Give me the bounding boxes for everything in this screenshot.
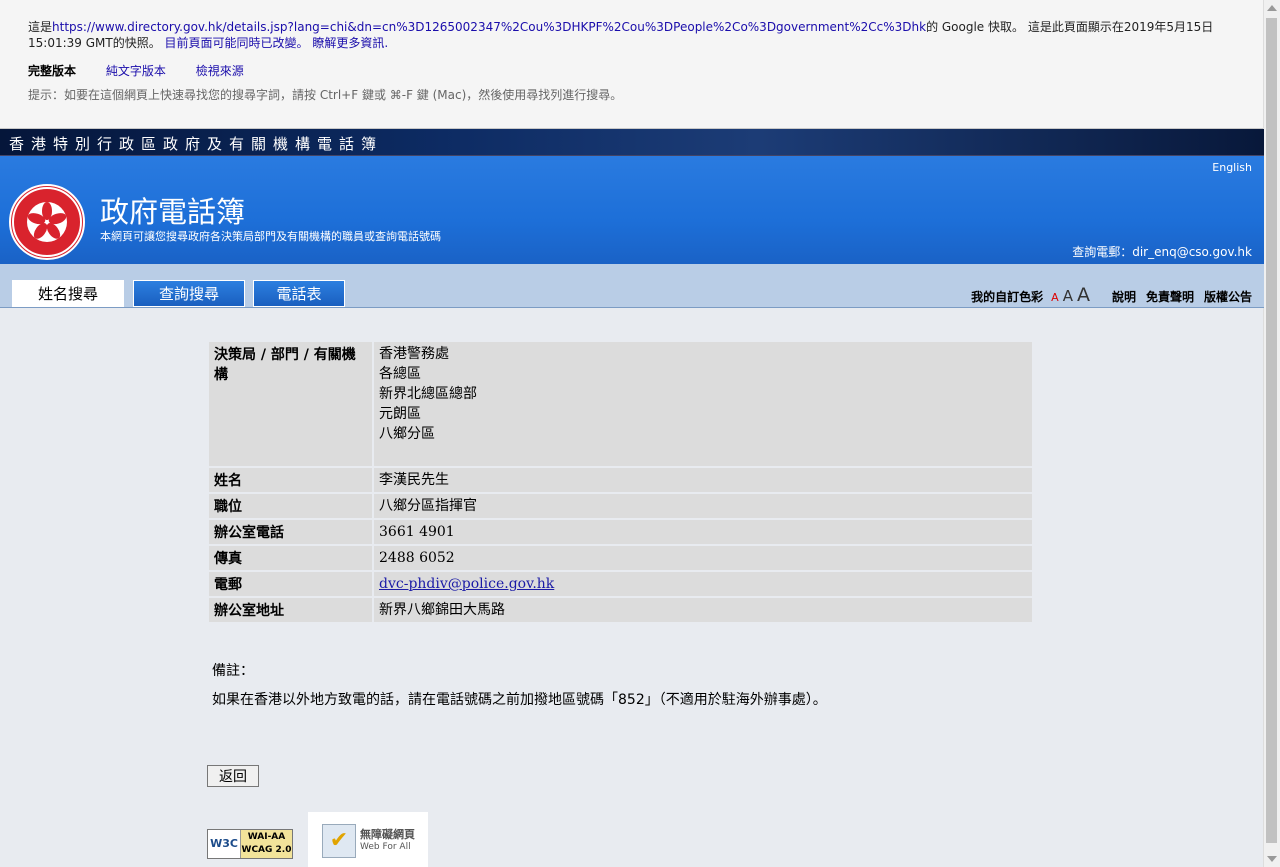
wcag-line1: WAI-AA	[247, 832, 286, 842]
text-only-link[interactable]: 純文字版本	[106, 64, 166, 78]
cache-notice: 這是https://www.directory.gov.hk/details.j…	[28, 19, 1218, 51]
scroll-down-icon[interactable]	[1267, 856, 1277, 862]
site-title: 政府電話簿	[100, 195, 246, 229]
address-value: 新界八鄉錦田大馬路	[374, 598, 1032, 622]
office-tel-value: 3661 4901	[374, 520, 1032, 544]
staff-details-table: 決策局 / 部門 / 有關機構 香港警務處 各總區 新界北總區總部 元朗區 八鄉…	[207, 340, 1034, 624]
org-strip: 香港特別行政區政府及有關機構電話簿	[0, 129, 1264, 156]
cache-versions: 完整版本 純文字版本 檢視來源	[28, 63, 270, 79]
hksar-emblem-icon	[9, 184, 85, 260]
tab-name-search[interactable]: 姓名搜尋	[12, 280, 124, 307]
table-row: 辦公室電話 3661 4901	[209, 520, 1032, 544]
full-version-label: 完整版本	[28, 64, 77, 78]
department-label: 決策局 / 部門 / 有關機構	[209, 342, 372, 466]
learn-more-link[interactable]: 瞭解更多資訊.	[312, 36, 388, 50]
site-header: 政府電話簿 本網頁可讓您搜尋政府各決策局部門及有關機構的職員或查詢電話號碼 En…	[0, 156, 1264, 264]
email-link[interactable]: dvc-phdiv@police.gov.hk	[379, 576, 554, 592]
department-value: 香港警務處 各總區 新界北總區總部 元朗區 八鄉分區	[374, 342, 1032, 466]
page-tools: 我的自訂色彩 A A A 說明 免責聲明 版權公告	[961, 284, 1252, 306]
enquiry-email[interactable]: 查詢電郵：dir_enq@cso.gov.hk	[1072, 243, 1252, 260]
webforall-subtitle: Web For All	[360, 842, 411, 852]
fax-value: 2488 6052	[374, 546, 1032, 570]
custom-color-link[interactable]: 我的自訂色彩	[971, 288, 1043, 305]
help-link[interactable]: 說明	[1112, 288, 1136, 305]
table-row: 辦公室地址 新界八鄉錦田大馬路	[209, 598, 1032, 622]
department-line: 香港警務處	[379, 346, 449, 362]
webforall-title: 無障礙網頁	[360, 828, 415, 841]
vertical-scrollbar[interactable]	[1263, 0, 1280, 867]
tab-phone-list[interactable]: 電話表	[253, 280, 345, 307]
post-label: 職位	[209, 494, 372, 518]
view-source-link[interactable]: 檢視來源	[196, 64, 244, 78]
table-row: 傳真 2488 6052	[209, 546, 1032, 570]
table-row: 姓名 李漢民先生	[209, 468, 1032, 492]
disclaimer-link[interactable]: 免責聲明	[1146, 288, 1194, 305]
department-line: 各總區	[379, 366, 421, 382]
site-subtitle: 本網頁可讓您搜尋政府各決策局部門及有關機構的職員或查詢電話號碼	[100, 230, 441, 243]
back-button[interactable]: 返回	[207, 765, 259, 787]
name-label: 姓名	[209, 468, 372, 492]
cache-prefix: 這是	[28, 20, 53, 34]
office-tel-label: 辦公室電話	[209, 520, 372, 544]
font-size-small-button[interactable]: A	[1051, 291, 1059, 304]
table-row: 電郵 dvc-phdiv@police.gov.hk	[209, 572, 1032, 596]
font-size-large-button[interactable]: A	[1077, 284, 1090, 306]
current-page-link[interactable]: 目前頁面可能同時已改變。	[165, 36, 309, 50]
cache-banner: 這是https://www.directory.gov.hk/details.j…	[0, 0, 1264, 129]
email-label: 電郵	[209, 572, 372, 596]
wcag-text: WAI-AA WCAG 2.0	[241, 830, 292, 858]
copyright-link[interactable]: 版權公告	[1204, 288, 1252, 305]
address-label: 辦公室地址	[209, 598, 372, 622]
remarks-text: 如果在香港以外地方致電的話，請在電話號碼之前加撥地區號碼「852」（不適用於駐海…	[212, 692, 827, 708]
wcag-line2: WCAG 2.0	[241, 845, 292, 855]
table-row: 職位 八鄉分區指揮官	[209, 494, 1032, 518]
org-name: 香港特別行政區政府及有關機構電話簿	[9, 135, 384, 153]
email-value: dvc-phdiv@police.gov.hk	[374, 572, 1032, 596]
name-value: 李漢民先生	[374, 468, 1032, 492]
cache-hint: 提示：如要在這個網頁上快速尋找您的搜尋字詞，請按 Ctrl+F 鍵或 ⌘-F 鍵…	[28, 88, 623, 102]
post-value: 八鄉分區指揮官	[374, 494, 1032, 518]
english-link[interactable]: English	[1212, 161, 1252, 174]
department-line: 元朗區	[379, 406, 421, 422]
wcag-badge[interactable]: W3C WAI-AA WCAG 2.0	[207, 829, 293, 859]
table-row: 決策局 / 部門 / 有關機構 香港警務處 各總區 新界北總區總部 元朗區 八鄉…	[209, 342, 1032, 466]
checkmark-icon: ✔	[322, 824, 356, 858]
department-line: 八鄉分區	[379, 426, 435, 442]
department-line: 新界北總區總部	[379, 386, 477, 402]
scroll-up-icon[interactable]	[1267, 5, 1277, 11]
scrollbar-thumb[interactable]	[1266, 18, 1277, 843]
cached-url-link[interactable]: https://www.directory.gov.hk/details.jsp…	[52, 20, 926, 34]
tab-enquiry-search[interactable]: 查詢搜尋	[133, 280, 245, 307]
tab-bar: 姓名搜尋 查詢搜尋 電話表 我的自訂色彩 A A A 說明 免責聲明 版權公告	[0, 264, 1264, 308]
fax-label: 傳真	[209, 546, 372, 570]
webforall-badge[interactable]: ✔ 無障礙網頁 Web For All	[308, 812, 428, 867]
remarks-label: 備註：	[212, 663, 254, 679]
font-size-medium-button[interactable]: A	[1063, 287, 1073, 305]
w3c-logo-icon: W3C	[208, 830, 241, 858]
